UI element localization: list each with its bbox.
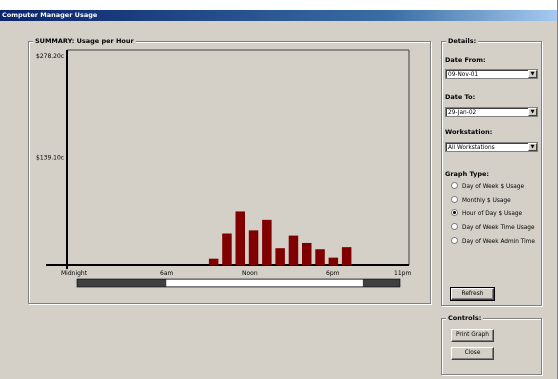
details-group-title: Details:: [446, 37, 479, 45]
workstation-label: Workstation:: [445, 128, 493, 136]
window: Computer Manager Usage SUMMARY: Usage pe…: [0, 0, 558, 379]
radio-label: Hour of Day $ Usage: [462, 211, 523, 217]
chart-bar: [235, 211, 245, 265]
radio-button[interactable]: [451, 223, 458, 230]
graph-type-option-day-of-week-usage[interactable]: Day of Week $ Usage: [451, 182, 525, 191]
date-to-label: Date To:: [445, 93, 476, 101]
chart-bar: [262, 219, 272, 265]
usage-chart: $278.20c $139.10c Midnight 6am Noon 6pm 11pm: [36, 49, 411, 288]
chart-bar: [328, 257, 339, 265]
radio-button[interactable]: [451, 196, 458, 203]
date-to-select[interactable]: 29-Jan-02 ▼: [445, 107, 538, 117]
title-bar: Computer Manager Usage: [0, 10, 557, 21]
y-tick-label: $278.20c: [36, 53, 64, 60]
radio-button[interactable]: [451, 237, 458, 244]
graph-type-option-monthly-usage[interactable]: Monthly $ Usage: [451, 196, 511, 205]
chart-bar: [275, 248, 285, 265]
radio-label: Day of Week Time Usage: [462, 225, 535, 231]
refresh-button[interactable]: Refresh: [450, 287, 495, 301]
close-button[interactable]: Close: [451, 347, 494, 360]
date-from-value: 09-Nov-01: [448, 72, 479, 78]
x-tick-label: Midnight: [61, 270, 88, 277]
chevron-down-icon[interactable]: ▼: [528, 70, 537, 78]
x-tick-label: 6am: [160, 270, 173, 277]
refresh-label: Refresh: [461, 291, 484, 297]
x-tick-label: 6pm: [326, 270, 340, 277]
summary-group-title: SUMMARY: Usage per Hour: [33, 37, 136, 45]
chart-bar: [208, 258, 219, 265]
radio-label: Day of Week $ Usage: [462, 184, 525, 190]
top-strip: [0, 0, 557, 10]
graph-type-option-hour-of-day-usage[interactable]: Hour of Day $ Usage: [451, 209, 523, 218]
chart-bar: [288, 235, 299, 265]
date-from-select[interactable]: 09-Nov-01 ▼: [445, 69, 538, 79]
close-label: Close: [464, 350, 481, 356]
y-tick-label: $139.10c: [36, 155, 64, 162]
workstation-value: All Workstations: [448, 145, 495, 151]
radio-label: Monthly $ Usage: [462, 198, 511, 204]
time-range-highlight: [166, 279, 363, 287]
date-from-label: Date From:: [445, 56, 486, 64]
chart-bar: [248, 230, 259, 265]
radio-button[interactable]: [451, 209, 458, 216]
chevron-down-icon[interactable]: ▼: [528, 143, 537, 151]
controls-group-title: Controls:: [446, 314, 484, 322]
radio-button[interactable]: [451, 182, 458, 189]
graph-type-label: Graph Type:: [445, 170, 490, 178]
print-graph-label: Print Graph: [456, 332, 489, 338]
graph-type-option-day-of-week-admin-time[interactable]: Day of Week Admin Time: [451, 237, 535, 246]
print-graph-button[interactable]: Print Graph: [451, 329, 494, 342]
x-tick-label: 11pm: [394, 270, 411, 277]
chart-bar: [315, 249, 325, 265]
date-to-value: 29-Jan-02: [448, 110, 477, 116]
window-title: Computer Manager Usage: [2, 11, 98, 19]
chart-bar: [341, 247, 352, 265]
workstation-select[interactable]: All Workstations ▼: [445, 142, 538, 152]
chart-bar: [222, 233, 232, 265]
chart-bar: [302, 242, 312, 265]
graph-type-option-day-of-week-time-usage[interactable]: Day of Week Time Usage: [451, 223, 535, 232]
chevron-down-icon[interactable]: ▼: [528, 108, 537, 116]
x-tick-label: Noon: [242, 270, 258, 277]
radio-label: Day of Week Admin Time: [462, 239, 535, 245]
